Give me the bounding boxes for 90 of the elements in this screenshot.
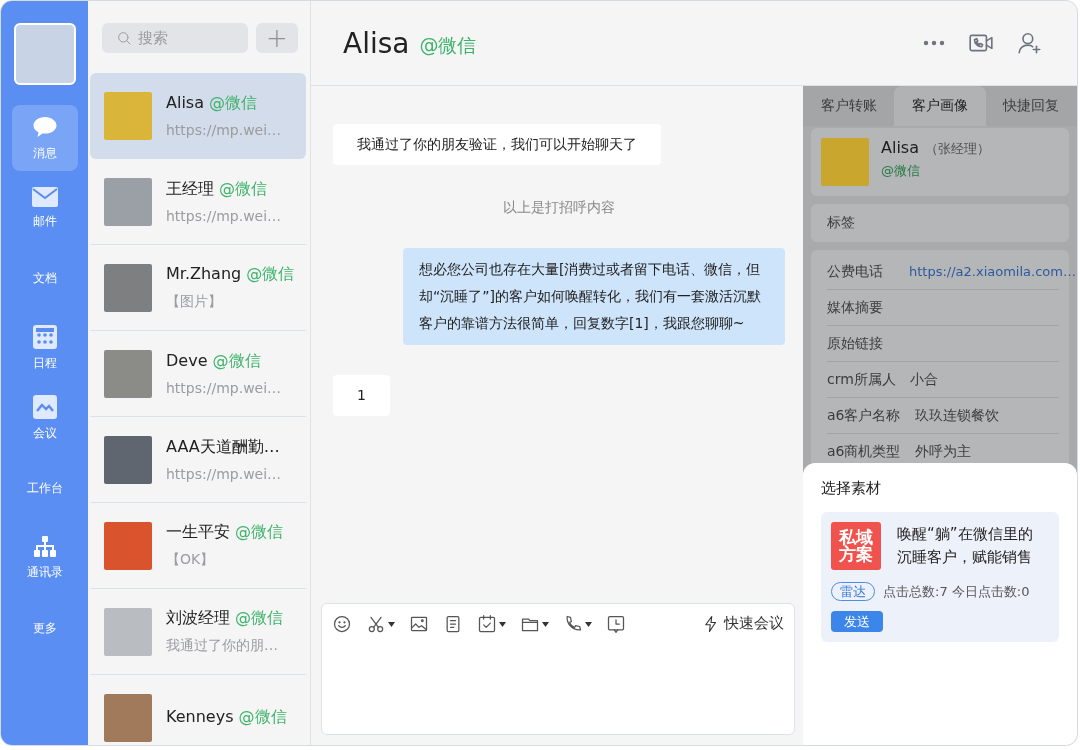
org-chart-icon <box>32 535 57 558</box>
field-link[interactable]: https://a2.xiaomila.com… <box>909 264 1076 279</box>
tags-label: 标签 <box>811 204 1069 242</box>
profile-photo-placeholder <box>13 23 76 85</box>
add-person-icon <box>1017 30 1043 56</box>
panel-tab[interactable]: 客户转账 <box>803 86 895 126</box>
message-preview: 【图片】 <box>166 293 223 311</box>
field-label: 公费电话 <box>827 262 884 281</box>
system-notice: 以上是打招呼内容 <box>502 198 616 217</box>
caret-icon <box>388 621 395 627</box>
checkbox-icon <box>477 614 497 634</box>
panel-tab[interactable]: 快捷回复 <box>985 86 1077 126</box>
image-icon <box>32 394 57 419</box>
avatar-photo-placeholder <box>104 607 152 656</box>
image-icon <box>409 614 429 634</box>
mail-icon <box>31 186 58 207</box>
field-value: 小合 <box>909 370 938 389</box>
quick-meeting-button[interactable]: 快速会议 <box>702 614 784 633</box>
material-card[interactable]: 私域方案 唤醒“躺”在微信里的沉睡客户，赋能销售 雷达 点击总数:7 今日点击数:0 发送 <box>821 512 1059 642</box>
channel-tag: @微信 <box>419 33 477 59</box>
field-label: 媒体摘要 <box>827 298 884 317</box>
message-preview: 【OK】 <box>166 551 216 569</box>
message-preview: https://mp.wei… <box>166 380 282 396</box>
avatar-photo-placeholder <box>104 435 152 484</box>
contact-name: 一生平安 @微信 <box>166 522 284 543</box>
contact-name: 刘波经理 @微信 <box>166 608 284 629</box>
field-value: 玖玖连锁餐饮 <box>914 406 999 425</box>
send-button[interactable]: 发送 <box>831 611 883 632</box>
message-bubble: 想必您公司也存在大量[消费过或者留下电话、微信，但却“沉睡了”]的客户如何唤醒转化，我们有一套激活沉默客户的靠谱方法很简单，回复数字[1]，我跟您聊聊~ <box>403 248 785 345</box>
nav-item[interactable]: 邮件 <box>11 175 78 241</box>
material-headline: 唤醒“躺”在微信里的沉睡客户，赋能销售 <box>897 524 1034 568</box>
contact-item[interactable]: 刘波经理 @微信 我通过了你的朋… <box>90 589 306 675</box>
message-input[interactable]: 快速会议 <box>321 603 795 735</box>
avatar-photo-placeholder <box>104 693 152 742</box>
contact-item[interactable]: Kenneys @微信 <box>90 675 306 745</box>
contact-name: Alisa @微信 <box>166 93 259 114</box>
message-preview: 我通过了你的朋… <box>166 637 279 655</box>
material-thumbnail: 私域方案 <box>831 522 881 570</box>
avatar-photo-placeholder <box>104 263 152 312</box>
nav-item[interactable]: 更多 <box>11 595 78 661</box>
nav-item[interactable]: 消息 <box>11 105 78 171</box>
avatar-photo-placeholder <box>104 91 152 140</box>
calendar-icon <box>32 324 57 349</box>
customer-name: Alisa （张经理） <box>881 138 990 158</box>
more-icon[interactable] <box>923 40 945 46</box>
contact-item[interactable]: Deve @微信 https://mp.wei… <box>90 331 306 417</box>
panel-tab[interactable]: 客户画像 <box>894 86 986 126</box>
message-bubble: 我通过了你的朋友验证，我们可以开始聊天了 <box>333 124 661 165</box>
field-label: 原始链接 <box>827 334 884 353</box>
channel-tag: @微信 <box>881 162 990 180</box>
smiley-icon <box>332 614 352 634</box>
contact-name: Kenneys @微信 <box>166 707 287 728</box>
field-label: a6客户名称 <box>827 406 901 425</box>
contact-item[interactable]: 一生平安 @微信 【OK】 <box>90 503 306 589</box>
contact-item[interactable]: AAA天道酬勤… https://mp.wei… <box>90 417 306 503</box>
avatar-photo-placeholder <box>821 138 869 186</box>
search-icon <box>116 30 132 46</box>
caret-icon <box>542 621 549 627</box>
contact-name: Deve @微信 <box>166 351 262 372</box>
avatar-photo-placeholder <box>104 521 152 570</box>
chat-title: Alisa <box>343 26 410 60</box>
scissors-icon <box>366 614 386 634</box>
message-bubble: 1 <box>333 375 390 416</box>
nav-item[interactable]: 通讯录 <box>11 525 78 591</box>
caret-icon <box>585 621 592 627</box>
contact-name: 王经理 @微信 <box>166 179 269 200</box>
nav-item[interactable]: 会议 <box>11 385 78 451</box>
caret-icon <box>499 621 506 627</box>
clock-note-icon <box>606 614 626 634</box>
nav-item[interactable]: 日程 <box>11 315 78 381</box>
add-button[interactable]: + <box>256 23 298 53</box>
phone-icon <box>563 614 583 634</box>
contact-name: AAA天道酬勤… <box>166 437 281 458</box>
chat-bubble-icon <box>31 114 58 139</box>
avatar-photo-placeholder <box>104 177 152 226</box>
nav-item[interactable]: 工作台 <box>11 455 78 521</box>
field-label: a6商机类型 <box>827 442 901 461</box>
field-value: 外呼为主 <box>914 442 971 461</box>
click-stats: 点击总数:7 今日点击数:0 <box>883 582 1030 601</box>
sheet-title: 选择素材 <box>821 479 882 498</box>
contact-item[interactable]: Mr.Zhang @微信 【图片】 <box>90 245 306 331</box>
field-label: crm所属人 <box>827 370 896 389</box>
contact-item[interactable]: 王经理 @微信 https://mp.wei… <box>90 159 306 245</box>
contact-name: Mr.Zhang @微信 <box>166 264 294 285</box>
message-preview: https://mp.wei… <box>166 466 282 482</box>
message-preview: https://mp.wei… <box>166 122 282 138</box>
contact-item[interactable]: Alisa @微信 https://mp.wei… <box>90 73 306 159</box>
message-preview: https://mp.wei… <box>166 208 282 224</box>
avatar-photo-placeholder <box>104 349 152 398</box>
nav-item[interactable]: 文档 <box>11 245 78 311</box>
